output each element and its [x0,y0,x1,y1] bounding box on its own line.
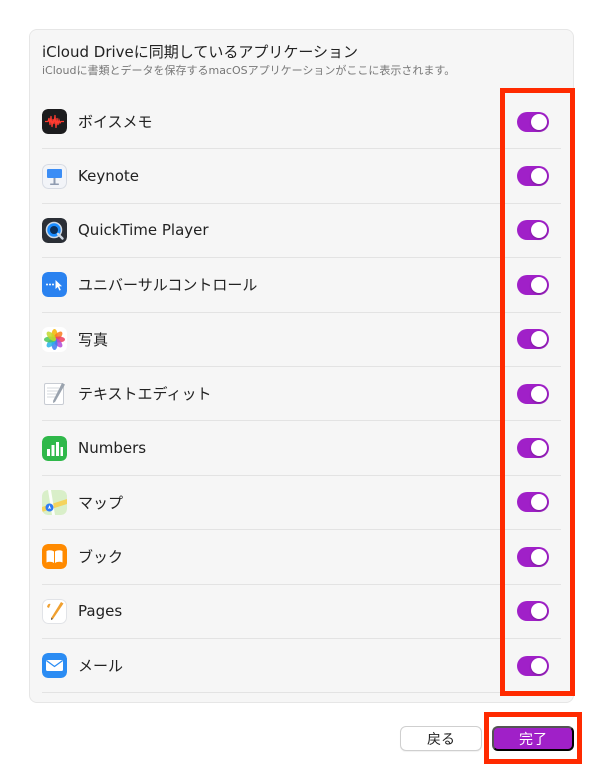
sync-toggle-voice-memos[interactable] [517,111,549,132]
textedit-icon [42,381,67,406]
sync-toggle-books[interactable] [517,546,549,567]
sync-toggle-pages[interactable] [517,601,549,622]
sync-toggle-quicktime[interactable] [517,220,549,241]
numbers-icon [42,435,67,461]
sync-toggle-universal-control[interactable] [517,274,549,295]
app-row-pages: Pages [42,585,561,639]
app-row-mail: メール [42,639,561,694]
sync-toggle-maps[interactable] [517,492,549,513]
app-list: ボイスメモ Keynote QuickTime Player ユニバーサルコント… [42,95,561,694]
quicktime-icon [42,217,67,243]
photos-icon [42,326,67,352]
books-icon [42,544,67,570]
sync-toggle-photos[interactable] [517,329,549,350]
voice-memos-icon [42,109,67,135]
panel-header: iCloud Driveに同期しているアプリケーション iCloudに書類とデー… [42,42,561,78]
sync-toggle-keynote[interactable] [517,166,549,187]
done-button[interactable]: 完了 [492,726,574,751]
app-row-universal-control: ユニバーサルコントロール [42,258,561,313]
app-name: ユニバーサルコントロール [78,276,258,295]
app-row-numbers: Numbers [42,421,561,476]
app-row-textedit: テキストエディット [42,367,561,422]
pages-icon [42,598,67,624]
app-row-books: ブック [42,530,561,585]
app-row-photos: 写真 [42,313,561,367]
panel-subtitle: iCloudに書類とデータを保存するmacOSアプリケーションがここに表示されま… [42,64,456,77]
app-name: QuickTime Player [78,221,209,240]
sync-toggle-textedit[interactable] [517,383,549,404]
app-row-voice-memos: ボイスメモ [42,95,561,150]
app-name: ボイスメモ [78,113,153,132]
app-row-keynote: Keynote [42,149,561,204]
app-row-maps: マップ [42,476,561,531]
sync-toggle-mail[interactable] [517,655,549,676]
mail-icon [42,653,67,679]
app-name: 写真 [78,330,109,349]
icloud-drive-apps-panel: iCloud Driveに同期しているアプリケーション iCloudに書類とデー… [29,29,574,703]
app-name: メール [78,657,124,676]
back-button[interactable]: 戻る [400,726,482,751]
maps-icon [42,489,67,515]
app-name: ブック [78,548,124,567]
app-name: テキストエディット [78,385,212,404]
universal-control-icon [42,272,67,298]
app-name: Numbers [78,439,147,458]
sync-toggle-numbers[interactable] [517,438,549,459]
app-name: マップ [78,493,124,512]
app-row-quicktime: QuickTime Player [42,204,561,259]
keynote-icon [42,163,67,189]
panel-title: iCloud Driveに同期しているアプリケーション [42,43,359,61]
app-name: Keynote [78,167,139,186]
app-name: Pages [78,602,123,621]
